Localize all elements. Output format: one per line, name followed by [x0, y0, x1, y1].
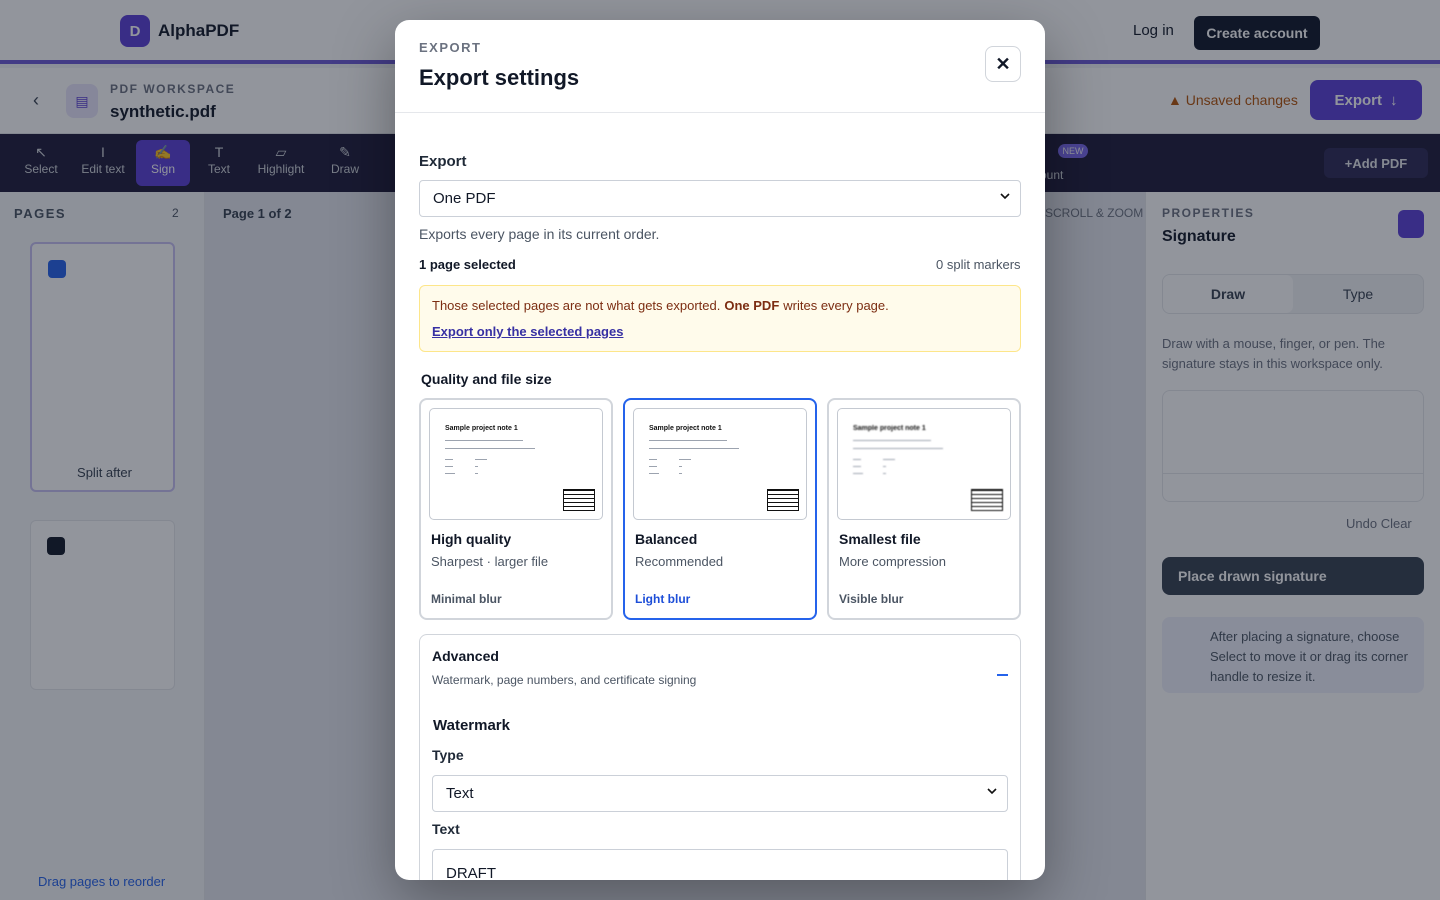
- selected-pages-count: 1 page selected: [419, 257, 516, 272]
- preview-stripes: [767, 489, 799, 511]
- dialog-body[interactable]: Export One PDF Exports every page in its…: [395, 113, 1045, 880]
- warning-mode-name: One PDF: [724, 298, 780, 313]
- close-button[interactable]: ✕: [985, 46, 1021, 82]
- export-settings-dialog: EXPORT Export settings ✕ Export One PDF …: [395, 20, 1045, 880]
- quality-option-smallest[interactable]: Sample project note 1 Smallest file More…: [827, 398, 1021, 620]
- preview-stripes: [971, 489, 1003, 511]
- export-mode-value: One PDF: [433, 190, 496, 207]
- close-icon: ✕: [995, 53, 1011, 74]
- quality-option-sub: More compression: [839, 554, 946, 569]
- preview-title: Sample project note 1: [649, 425, 722, 432]
- watermark-type-select[interactable]: Text: [432, 775, 1008, 812]
- preview-stripes: [563, 489, 595, 511]
- warning-text: Those selected pages are not what gets e…: [432, 298, 721, 313]
- preview-line: [445, 440, 523, 441]
- quality-option-name: Smallest file: [839, 531, 921, 547]
- watermark-text-value: DRAFT: [446, 864, 496, 881]
- dialog-eyebrow: EXPORT: [419, 40, 482, 55]
- preview-line: [649, 440, 727, 441]
- quality-option-sub: Sharpest · larger file: [431, 554, 549, 569]
- preview-table: [853, 459, 895, 474]
- preview-line: [649, 448, 739, 449]
- watermark-text-input[interactable]: DRAFT: [432, 849, 1008, 880]
- chevron-down-icon: [987, 788, 997, 795]
- quality-option-balanced[interactable]: Sample project note 1 Balanced Recommend…: [623, 398, 817, 620]
- collapse-icon[interactable]: [994, 663, 1010, 679]
- split-markers-count: 0 split markers: [936, 257, 1021, 272]
- preview-line: [853, 448, 943, 449]
- quality-preview: Sample project note 1: [633, 408, 807, 520]
- quality-option-blur: Visible blur: [839, 592, 904, 606]
- advanced-section: Advanced Watermark, page numbers, and ce…: [419, 634, 1021, 880]
- chevron-down-icon: [1000, 193, 1010, 200]
- selection-warning: Those selected pages are not what gets e…: [419, 285, 1021, 352]
- advanced-description: Watermark, page numbers, and certificate…: [432, 673, 697, 687]
- preview-title: Sample project note 1: [445, 425, 518, 432]
- dialog-header: EXPORT Export settings ✕: [395, 20, 1045, 113]
- quality-option-sub: Recommended: [635, 554, 724, 569]
- dialog-title: Export settings: [419, 65, 580, 90]
- quality-option-high[interactable]: Sample project note 1 High quality Sharp…: [419, 398, 613, 620]
- watermark-title: Watermark: [433, 717, 510, 734]
- preview-line: [853, 440, 931, 441]
- watermark-type-value: Text: [446, 785, 474, 802]
- preview-line: [445, 448, 535, 449]
- preview-title: Sample project note 1: [853, 425, 926, 432]
- quality-preview: Sample project note 1: [429, 408, 603, 520]
- quality-label: Quality and file size: [421, 371, 552, 387]
- warning-tail: writes every page.: [783, 298, 889, 313]
- watermark-text-label: Text: [432, 821, 460, 837]
- preview-table: [445, 459, 487, 474]
- quality-option-name: High quality: [431, 531, 512, 547]
- export-mode-select[interactable]: One PDF: [419, 180, 1021, 217]
- quality-preview: Sample project note 1: [837, 408, 1011, 520]
- preview-table: [649, 459, 691, 474]
- quality-option-blur: Light blur: [635, 592, 691, 606]
- quality-option-blur: Minimal blur: [431, 592, 502, 606]
- warning-message: Those selected pages are not what gets e…: [432, 298, 889, 313]
- watermark-type-label: Type: [432, 747, 464, 763]
- export-mode-help: Exports every page in its current order.: [419, 226, 660, 242]
- advanced-title[interactable]: Advanced: [432, 648, 499, 664]
- export-mode-label: Export: [419, 153, 467, 170]
- export-selected-only-link[interactable]: Export only the selected pages: [432, 324, 623, 339]
- quality-option-name: Balanced: [635, 531, 698, 547]
